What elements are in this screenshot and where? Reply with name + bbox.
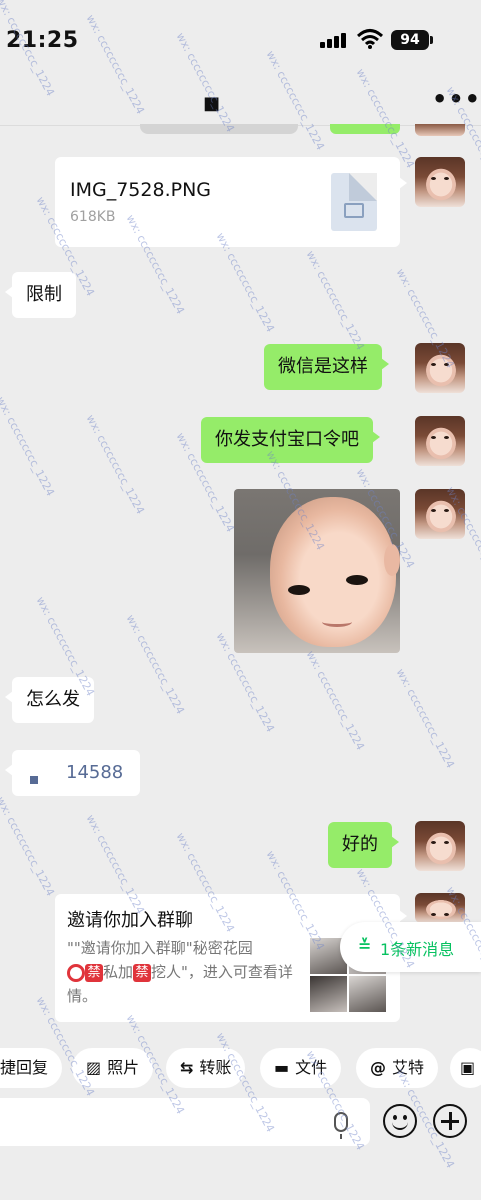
message-bubble[interactable]: 限制 <box>5 272 76 318</box>
avatar[interactable] <box>415 343 465 393</box>
file-label: 文件 <box>295 1058 328 1077</box>
watermark-text: wx: ccccccccc_1224 <box>0 394 58 499</box>
forbidden-badge: 禁 <box>85 963 103 982</box>
group-invite-description: ""邀请你加入群聊"秘密花园 禁私加禁挖人"，进入可查看详情。 <box>67 936 297 1008</box>
more-icon[interactable]: ••• <box>432 87 481 111</box>
transfer-chip[interactable]: ⇆ 转账 <box>166 1048 246 1088</box>
watermark-text: wx: ccccccccc_1224 <box>0 794 58 899</box>
watermark-text: wx: ccccccccc_1224 <box>123 612 188 717</box>
mention-chip[interactable]: @ 艾特 <box>356 1048 439 1088</box>
photo-icon: ▨ <box>86 1058 102 1077</box>
input-row <box>0 1094 481 1154</box>
avatar[interactable] <box>415 157 465 207</box>
transfer-icon: ⇆ <box>180 1058 194 1077</box>
file-name: IMG_7528.PNG <box>70 179 212 201</box>
avatar[interactable] <box>415 416 465 466</box>
file-chip[interactable]: ▬ 文件 <box>260 1048 342 1088</box>
red-ring-icon <box>67 963 85 982</box>
message-bubble[interactable]: 你发支付宝口令吧 <box>201 417 380 463</box>
transfer-label: 转账 <box>199 1058 232 1077</box>
chat-header: ■ ••• <box>0 70 481 126</box>
file-size: 618KB <box>70 209 116 225</box>
watermark-text: wx: ccccccccc_1224 <box>83 412 148 517</box>
folder-icon: ▬ <box>274 1058 290 1077</box>
photo-chip[interactable]: ▨ 照片 <box>72 1048 154 1088</box>
watermark-text: wx: ccccccccc_1224 <box>303 248 368 353</box>
message-input[interactable] <box>0 1098 370 1146</box>
double-chevron-down-icon: ≚ <box>358 936 372 955</box>
message-bubble[interactable]: 微信是这样 <box>264 344 389 390</box>
previous-message-peek-green <box>330 124 400 134</box>
avatar[interactable] <box>415 489 465 539</box>
group-invite-desc-2: 私加 <box>103 963 134 981</box>
message-bubble[interactable]: 14588 <box>5 750 140 796</box>
battery-icon: 94 <box>391 30 433 50</box>
message-bubble[interactable]: 好的 <box>328 822 399 868</box>
quick-reply-label: 捷回复 <box>0 1058 49 1077</box>
mic-icon[interactable] <box>334 1112 348 1139</box>
status-time: 21:25 <box>6 28 79 53</box>
avatar[interactable] <box>415 124 465 136</box>
group-invite-title: 邀请你加入群聊 <box>67 910 193 931</box>
previous-message-peek <box>140 124 298 134</box>
signal-icon <box>320 32 350 48</box>
wifi-icon <box>357 29 383 49</box>
image-message[interactable] <box>234 489 400 653</box>
image-file-icon <box>331 173 377 231</box>
watermark-text: wx: ccccccccc_1224 <box>393 666 458 771</box>
quick-actions-bar: 捷回复 ▨ 照片 ⇆ 转账 ▬ 文件 @ 艾特 ▣ <box>0 1044 481 1092</box>
store-icon: ▣ <box>460 1058 476 1077</box>
message-bubble[interactable]: 怎么发 <box>5 677 94 723</box>
file-message[interactable]: IMG_7528.PNG 618KB <box>55 157 407 247</box>
chat-title: ■ <box>203 93 221 114</box>
watermark-text: wx: ccccccccc_1224 <box>303 648 368 753</box>
avatar[interactable] <box>415 821 465 871</box>
more-chip[interactable]: ▣ <box>450 1048 481 1088</box>
plus-button[interactable] <box>433 1104 467 1138</box>
mention-label: 艾特 <box>392 1058 425 1077</box>
quick-reply-chip[interactable]: 捷回复 <box>0 1048 63 1088</box>
forbidden-badge: 禁 <box>133 963 152 982</box>
avatar[interactable] <box>415 893 465 923</box>
redaction-mark <box>30 776 38 784</box>
at-icon: @ <box>370 1058 386 1077</box>
group-invite-desc-1: ""邀请你加入群聊"秘密花园 <box>67 939 253 957</box>
new-messages-button[interactable]: ≚ 1条新消息 <box>340 922 481 972</box>
photo-label: 照片 <box>107 1058 140 1077</box>
status-bar: 21:25 94 <box>0 0 481 70</box>
new-messages-label: 1条新消息 <box>380 940 455 959</box>
emoji-button[interactable] <box>383 1104 417 1138</box>
